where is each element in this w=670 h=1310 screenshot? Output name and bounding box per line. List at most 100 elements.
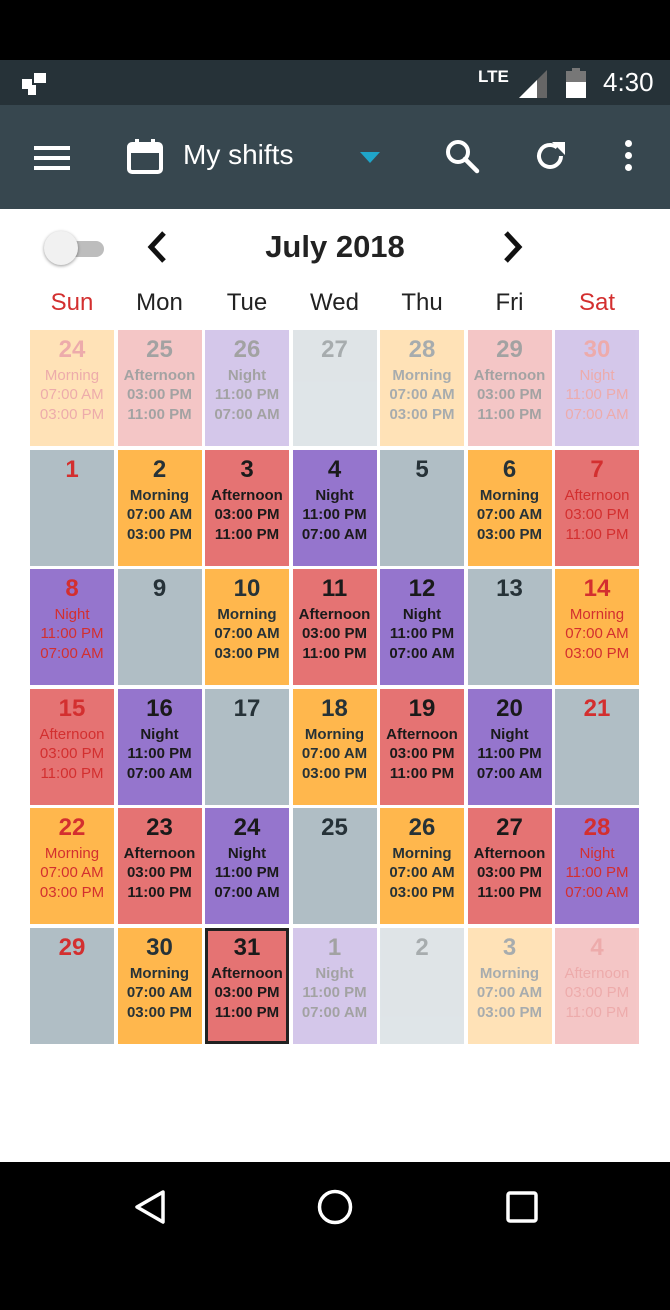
day-number: 8 — [65, 575, 79, 603]
day-cell[interactable]: 15 Afternoon 03:00 PM 11:00 PM — [30, 688, 114, 805]
day-cell[interactable]: 8 Night 11:00 PM 07:00 AM — [30, 569, 114, 686]
shift-name: Afternoon — [564, 486, 630, 504]
shift-end: 07:00 AM — [214, 884, 280, 902]
day-cell[interactable]: 29 — [30, 928, 114, 1044]
shift-start: 03:00 PM — [126, 386, 193, 403]
shift-start: 07:00 AM — [301, 744, 368, 762]
shift-start: 11:00 PM — [565, 864, 629, 882]
day-cell[interactable]: 3 Afternoon 03:00 PM 11:00 PM — [205, 449, 289, 566]
day-cell[interactable]: 6 Morning 07:00 AM 03:00 PM — [467, 449, 552, 566]
day-cell[interactable]: 12 Night 11:00 PM 07:00 AM — [380, 569, 464, 686]
day-cell[interactable]: 24 Night 11:00 PM 07:00 AM — [205, 808, 289, 925]
weekday-fri: Fri — [495, 289, 524, 316]
shift-start: 07:00 AM — [214, 625, 280, 643]
next-month-icon[interactable] — [500, 229, 526, 265]
shift-end: 11:00 PM — [477, 406, 542, 423]
back-icon[interactable] — [133, 1189, 167, 1225]
day-cell[interactable]: 22 Morning 07:00 AM 03:00 PM — [30, 808, 114, 925]
shift-end: 03:00 PM — [389, 884, 455, 902]
shift-start: 03:00 PM — [476, 386, 543, 403]
shift-start: 11:00 PM — [127, 744, 192, 762]
day-cell[interactable]: 1 — [30, 449, 114, 566]
shift-name: Morning — [304, 725, 365, 743]
day-cell[interactable]: 4 Night 11:00 PM 07:00 AM — [292, 449, 377, 566]
day-number: 20 — [496, 694, 523, 722]
day-cell[interactable]: 24 Morning 07:00 AM 03:00 PM — [30, 330, 114, 446]
day-cell[interactable]: 31 Afternoon 03:00 PM 11:00 PM — [205, 928, 289, 1044]
shift-end: 11:00 PM — [302, 645, 367, 663]
shift-end: 07:00 AM — [301, 1004, 368, 1021]
weekday-sun: Sun — [50, 289, 94, 316]
shift-end: 11:00 PM — [127, 406, 192, 423]
bottom-area — [0, 1250, 670, 1310]
day-cell[interactable]: 10 Morning 07:00 AM 03:00 PM — [205, 569, 289, 686]
view-toggle[interactable] — [44, 229, 104, 265]
day-number: 15 — [58, 694, 86, 722]
home-icon[interactable] — [317, 1189, 353, 1225]
month-title: July 2018 — [265, 229, 405, 264]
day-cell[interactable]: 1 Night 11:00 PM 07:00 AM — [292, 928, 377, 1044]
shift-end: 07:00 AM — [126, 764, 193, 782]
shift-end: 03:00 PM — [564, 645, 630, 663]
previous-month-icon[interactable] — [144, 229, 170, 265]
shift-name: Morning — [392, 845, 452, 863]
day-cell[interactable]: 2 Morning 07:00 AM 03:00 PM — [117, 449, 202, 566]
day-cell[interactable]: 26 Morning 07:00 AM 03:00 PM — [380, 808, 464, 925]
shift-name: Morning — [44, 845, 100, 863]
shift-start: 11:00 PM — [477, 744, 542, 762]
day-number: 25 — [321, 814, 348, 842]
calendar-icon[interactable] — [127, 138, 163, 174]
day-cell[interactable]: 14 Morning 07:00 AM 03:00 PM — [555, 569, 639, 686]
day-cell[interactable]: 30 Morning 07:00 AM 03:00 PM — [117, 928, 202, 1044]
day-cell[interactable]: 23 Afternoon 03:00 PM 11:00 PM — [117, 808, 202, 925]
day-cell[interactable]: 2 — [380, 928, 464, 1044]
day-cell[interactable]: 16 Night 11:00 PM 07:00 AM — [117, 688, 202, 805]
day-cell[interactable]: 28 Morning 07:00 AM 03:00 PM — [380, 330, 464, 446]
day-cell[interactable]: 21 — [555, 688, 639, 805]
dropdown-icon[interactable] — [360, 152, 380, 163]
day-cell[interactable]: 7 Afternoon 03:00 PM 11:00 PM — [555, 449, 639, 566]
shift-end: 07:00 AM — [476, 764, 543, 782]
menu-icon[interactable] — [34, 146, 70, 170]
shift-selector-title[interactable]: My shifts — [183, 139, 293, 171]
day-cell[interactable]: 9 — [117, 569, 202, 686]
shift-end: 07:00 AM — [40, 645, 104, 663]
recents-icon[interactable] — [506, 1191, 538, 1223]
shift-end: 03:00 PM — [389, 406, 455, 423]
shift-name: Night — [315, 965, 354, 982]
day-cell[interactable]: 5 — [380, 449, 464, 566]
day-cell[interactable]: 28 Night 11:00 PM 07:00 AM — [555, 808, 639, 925]
day-cell[interactable]: 3 Morning 07:00 AM 03:00 PM — [467, 928, 552, 1044]
day-cell[interactable]: 30 Night 11:00 PM 07:00 AM — [555, 330, 639, 446]
day-cell[interactable]: 26 Night 11:00 PM 07:00 AM — [205, 330, 289, 446]
shift-end: 03:00 PM — [476, 525, 543, 543]
day-number: 23 — [146, 814, 173, 842]
shift-start: 03:00 PM — [564, 984, 630, 1001]
shift-start: 03:00 PM — [214, 505, 280, 523]
search-icon[interactable] — [444, 138, 480, 174]
day-cell[interactable]: 13 — [467, 569, 552, 686]
day-number: 3 — [240, 455, 254, 483]
day-cell[interactable]: 25 Afternoon 03:00 PM 11:00 PM — [117, 330, 202, 446]
shift-start: 07:00 AM — [40, 386, 104, 403]
day-cell[interactable]: 17 — [205, 688, 289, 805]
day-cell[interactable]: 20 Night 11:00 PM 07:00 AM — [467, 688, 552, 805]
day-number: 16 — [146, 694, 173, 722]
day-cell[interactable]: 4 Afternoon 03:00 PM 11:00 PM — [555, 928, 639, 1044]
day-cell[interactable]: 19 Afternoon 03:00 PM 11:00 PM — [380, 688, 464, 805]
shift-end: 11:00 PM — [214, 1004, 280, 1021]
day-cell[interactable]: 29 Afternoon 03:00 PM 11:00 PM — [467, 330, 552, 446]
shift-name: Afternoon — [298, 606, 371, 624]
day-number: 9 — [152, 575, 167, 603]
day-number: 12 — [408, 575, 436, 603]
day-cell[interactable]: 11 Afternoon 03:00 PM 11:00 PM — [292, 569, 377, 686]
day-cell[interactable]: 25 — [292, 808, 377, 925]
shift-start: 11:00 PM — [302, 984, 367, 1001]
day-cell[interactable]: 27 Afternoon 03:00 PM 11:00 PM — [467, 808, 552, 925]
day-cell[interactable]: 18 Morning 07:00 AM 03:00 PM — [292, 688, 377, 805]
more-icon[interactable] — [620, 140, 636, 174]
shift-name: Afternoon — [386, 725, 458, 743]
shift-end: 11:00 PM — [565, 525, 629, 543]
day-cell[interactable]: 27 — [292, 330, 377, 446]
refresh-icon[interactable] — [532, 138, 568, 174]
